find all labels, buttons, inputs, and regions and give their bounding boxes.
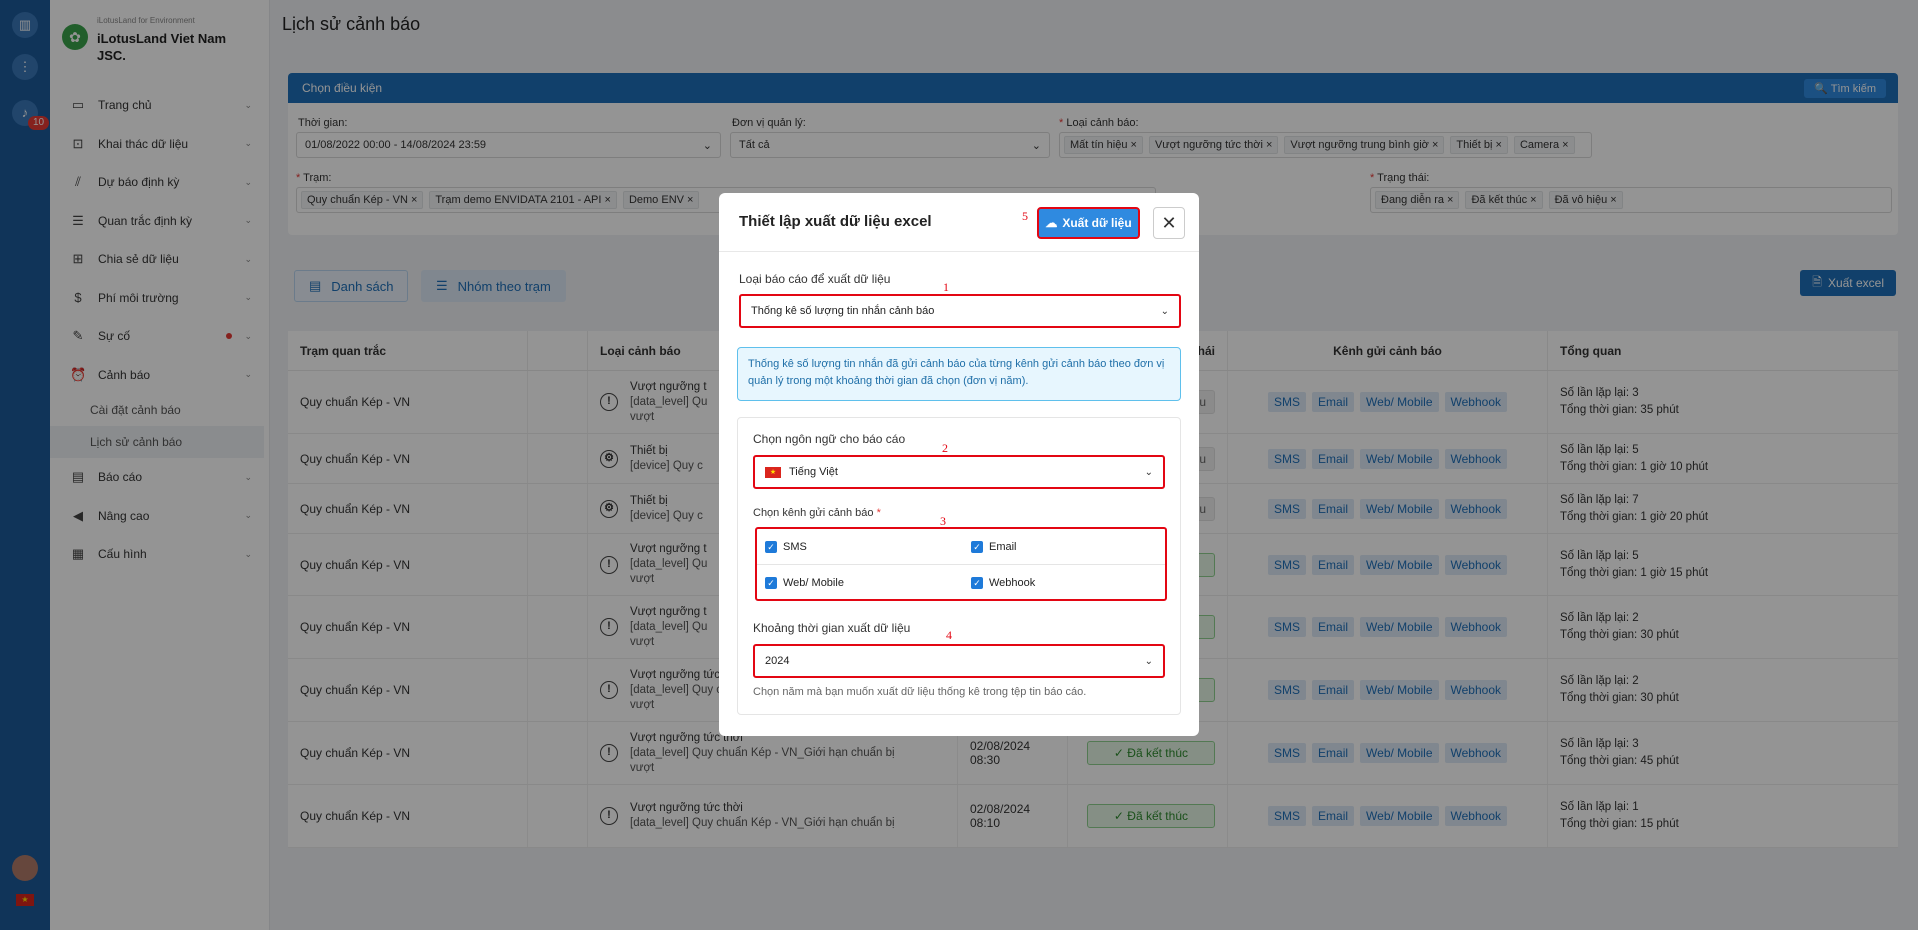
- checkbox-sms-label: SMS: [783, 541, 807, 553]
- report-type-select[interactable]: Thống kê số lượng tin nhắn cảnh báo ⌄: [739, 294, 1181, 328]
- report-type-value: Thống kê số lượng tin nhắn cảnh báo: [751, 305, 935, 317]
- checkbox-web-mobile-label: Web/ Mobile: [783, 577, 844, 589]
- checkbox-email[interactable]: ✓ Email: [971, 541, 1017, 553]
- cloud-download-icon: ☁: [1045, 216, 1058, 230]
- period-hint: Chọn năm mà bạn muốn xuất dữ liệu thống …: [753, 686, 1087, 698]
- period-label: Khoảng thời gian xuất dữ liệu: [753, 621, 911, 635]
- checkbox-webhook-label: Webhook: [989, 577, 1036, 589]
- period-value: 2024: [765, 655, 790, 667]
- vn-flag-icon: ★: [765, 466, 781, 478]
- checkbox-email-label: Email: [989, 541, 1017, 553]
- export-modal: Thiết lập xuất dữ liệu excel 5 ☁ Xuất dữ …: [719, 193, 1199, 736]
- annotation-4: 4: [946, 628, 952, 642]
- checkbox-webhook[interactable]: ✓ Webhook: [971, 577, 1035, 589]
- report-type-label: Loại báo cáo để xuất dữ liệu: [739, 272, 891, 286]
- export-data-label: Xuất dữ liệu: [1062, 216, 1132, 230]
- modal-divider: [719, 251, 1199, 252]
- chevron-down-icon: ⌄: [1144, 466, 1153, 478]
- divider: [757, 564, 1165, 565]
- info-box: Thống kê số lượng tin nhắn đã gửi cảnh b…: [737, 347, 1181, 401]
- annotation-2: 2: [942, 441, 948, 455]
- check-icon: ✓: [971, 541, 983, 553]
- check-icon: ✓: [765, 577, 777, 589]
- channel-label: Chọn kênh gửi cảnh báo *: [753, 507, 881, 519]
- chevron-down-icon: ⌄: [1160, 305, 1169, 317]
- chevron-down-icon: ⌄: [1144, 655, 1153, 667]
- export-data-button[interactable]: ☁ Xuất dữ liệu: [1037, 207, 1140, 239]
- modal-title: Thiết lập xuất dữ liệu excel: [739, 213, 932, 230]
- language-select[interactable]: ★ Tiếng Việt ⌄: [753, 455, 1165, 489]
- annotation-5: 5: [1022, 209, 1028, 223]
- annotation-1: 1: [943, 280, 949, 294]
- checkbox-sms[interactable]: ✓ SMS: [765, 541, 807, 553]
- check-icon: ✓: [765, 541, 777, 553]
- close-button[interactable]: ✕: [1153, 207, 1185, 239]
- period-select[interactable]: 2024 ⌄: [753, 644, 1165, 678]
- channel-checkbox-group: ✓ SMS ✓ Email ✓ Web/ Mobile ✓ Webhook: [755, 527, 1167, 601]
- close-icon: ✕: [1161, 213, 1177, 233]
- language-label: Chọn ngôn ngữ cho báo cáo: [753, 432, 906, 446]
- channel-label-text: Chọn kênh gửi cảnh báo: [753, 507, 874, 519]
- check-icon: ✓: [971, 577, 983, 589]
- language-value: Tiếng Việt: [789, 466, 838, 478]
- checkbox-web-mobile[interactable]: ✓ Web/ Mobile: [765, 577, 844, 589]
